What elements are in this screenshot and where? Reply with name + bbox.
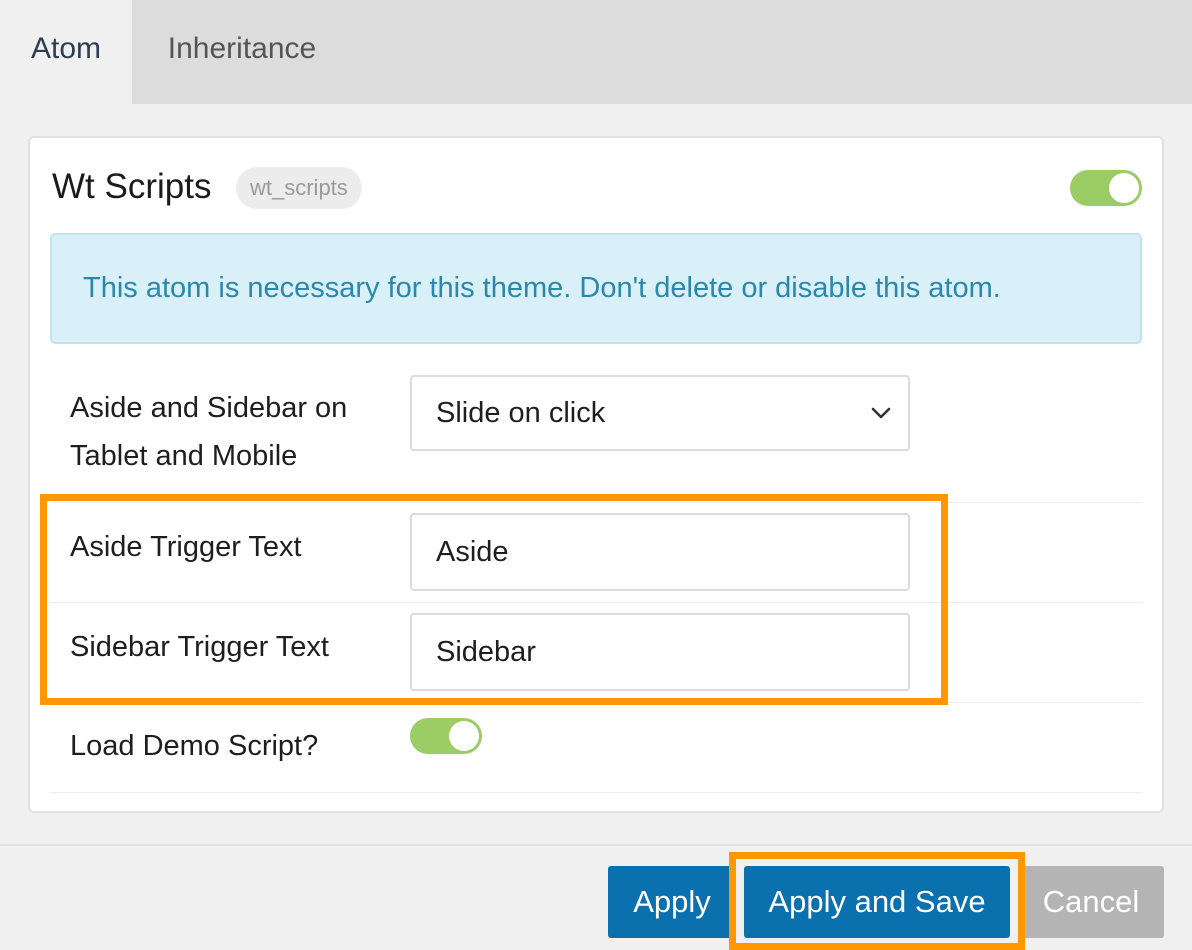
apply-button[interactable]: Apply bbox=[608, 866, 736, 938]
tab-bar: Atom Inheritance bbox=[0, 0, 1192, 104]
aside-sidebar-mode-value: Slide on click bbox=[436, 397, 606, 429]
notice-alert: This atom is necessary for this theme. D… bbox=[50, 233, 1142, 344]
atom-slug-badge: wt_scripts bbox=[236, 167, 362, 209]
tab-atom[interactable]: Atom bbox=[0, 0, 132, 104]
sidebar-trigger-input[interactable] bbox=[410, 613, 910, 691]
tab-inheritance[interactable]: Inheritance bbox=[132, 0, 352, 104]
apply-and-save-button[interactable]: Apply and Save bbox=[744, 866, 1010, 938]
cancel-button[interactable]: Cancel bbox=[1018, 866, 1164, 938]
notice-text: This atom is necessary for this theme. D… bbox=[83, 272, 1001, 304]
aside-trigger-label: Aside Trigger Text bbox=[70, 531, 302, 563]
atom-title: Wt Scripts bbox=[52, 167, 212, 206]
sidebar-trigger-label: Sidebar Trigger Text bbox=[70, 631, 329, 663]
aside-sidebar-mode-label-line1: Aside and Sidebar on bbox=[70, 392, 348, 424]
chevron-down-icon bbox=[871, 407, 891, 419]
aside-sidebar-mode-label-line2: Tablet and Mobile bbox=[70, 440, 298, 472]
footer-divider bbox=[0, 844, 1192, 846]
aside-sidebar-mode-label: Aside and Sidebar on Tablet and Mobile bbox=[70, 384, 347, 480]
toggle-knob bbox=[1109, 173, 1139, 203]
atom-panel: Wt Scripts wt_scripts This atom is neces… bbox=[28, 136, 1164, 813]
row-demo-script: Load Demo Script? bbox=[50, 702, 1142, 793]
demo-script-toggle[interactable] bbox=[410, 718, 482, 754]
toggle-knob bbox=[449, 721, 479, 751]
atom-enable-toggle[interactable] bbox=[1070, 170, 1142, 206]
demo-script-label: Load Demo Script? bbox=[70, 730, 319, 762]
aside-trigger-input[interactable] bbox=[410, 513, 910, 591]
aside-sidebar-mode-select[interactable]: Slide on click bbox=[410, 375, 910, 451]
